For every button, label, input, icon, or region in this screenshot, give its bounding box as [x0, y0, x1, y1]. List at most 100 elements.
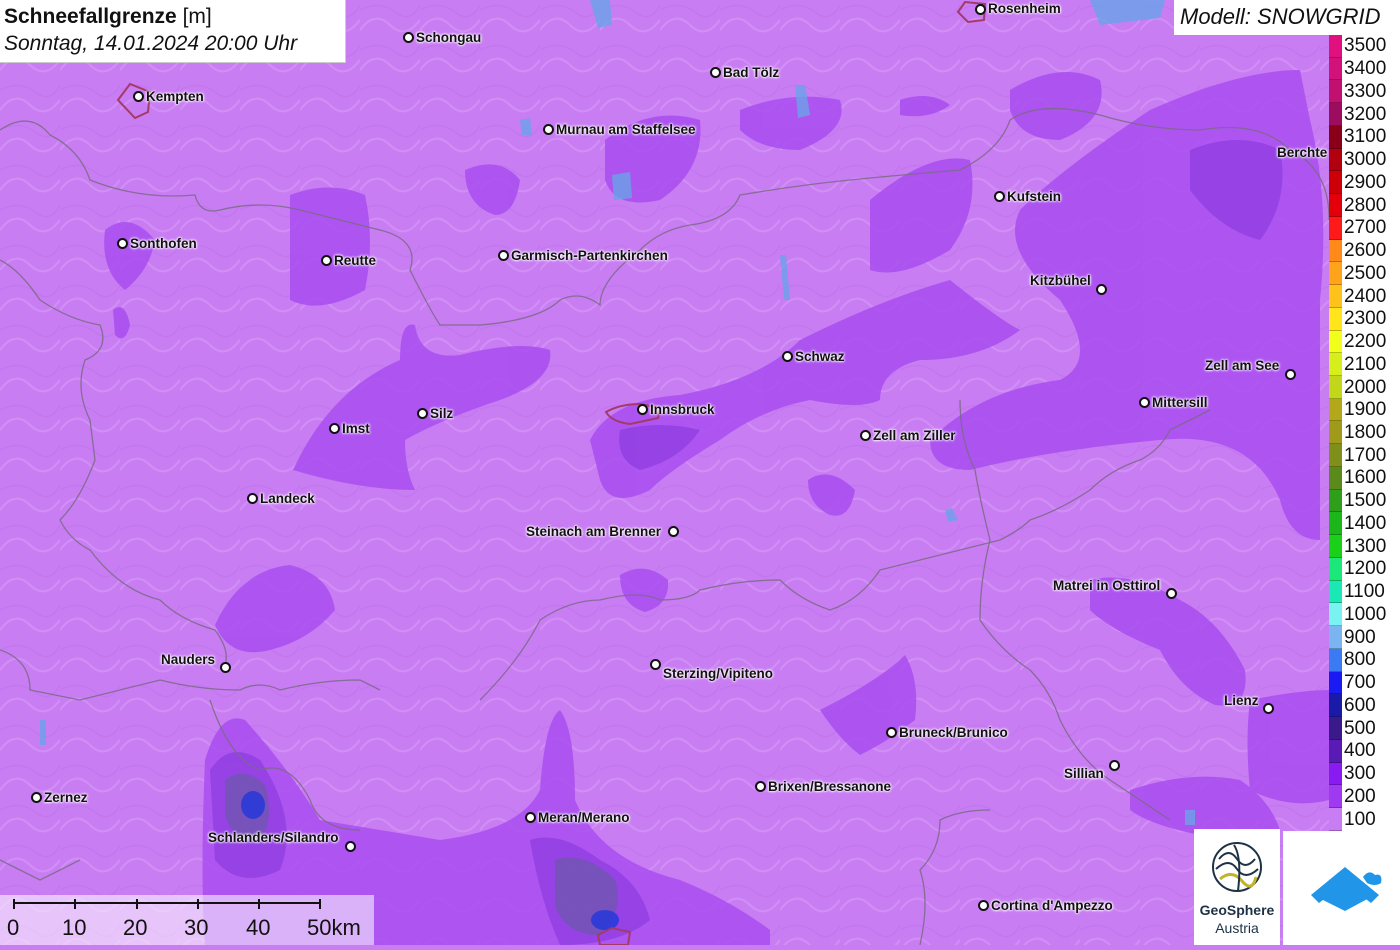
house-snow-icon — [1311, 867, 1382, 911]
city-dot — [1263, 703, 1274, 714]
title-unit: [m] — [182, 5, 212, 28]
scale-bar: 0 10 20 30 40 50km — [0, 895, 374, 945]
city-label: Schlanders/Silandro — [208, 830, 339, 845]
city-label: Landeck — [260, 491, 315, 506]
legend-swatch — [1329, 239, 1342, 263]
legend-swatch — [1329, 353, 1342, 377]
city-label: Lienz — [1224, 693, 1259, 708]
map-title: Schneefallgrenze [m] — [4, 3, 341, 30]
legend-swatch — [1329, 444, 1342, 467]
city-dot — [650, 659, 661, 670]
legend-swatch — [1329, 557, 1342, 581]
scale-label: 40 — [246, 915, 271, 940]
snowfall-limit-map — [0, 0, 1400, 945]
city-dot — [31, 792, 42, 803]
legend-swatch — [1329, 216, 1342, 240]
legend-label: 2200 — [1344, 331, 1387, 353]
legend-label: 2300 — [1344, 308, 1387, 330]
city-dot — [417, 408, 428, 419]
legend-label: 1700 — [1344, 444, 1387, 466]
city-label: Cortina d'Ampezzo — [991, 898, 1113, 913]
map-datetime: Sonntag, 14.01.2024 20:00 Uhr — [4, 32, 298, 55]
title-box: Schneefallgrenze [m] Sonntag, 14.01.2024… — [0, 0, 346, 63]
city-dot — [498, 250, 509, 261]
city-dot — [1285, 369, 1296, 380]
city-label: Murnau am Staffelsee — [556, 122, 696, 137]
legend-swatch — [1329, 785, 1342, 808]
legend-label: 3400 — [1344, 58, 1387, 80]
scale-label: 10 — [62, 915, 87, 940]
city-dot — [345, 841, 356, 852]
legend-swatch — [1329, 103, 1342, 126]
legend-label: 100 — [1344, 808, 1376, 830]
legend-label: 2600 — [1344, 240, 1387, 262]
city-label: Nauders — [161, 652, 216, 667]
city-label: Zell am Ziller — [873, 428, 956, 443]
legend-label: 500 — [1344, 717, 1376, 739]
legend-label: 3300 — [1344, 80, 1387, 102]
legend-label: 300 — [1344, 763, 1376, 785]
city-dot — [1166, 588, 1177, 599]
city-dot — [321, 255, 332, 266]
city-label: Zernez — [44, 790, 88, 805]
legend-label: 1500 — [1344, 490, 1387, 512]
city-dot — [329, 423, 340, 434]
city-dot — [543, 124, 554, 135]
legend-swatch — [1329, 148, 1342, 172]
legend-label: 2100 — [1344, 353, 1387, 375]
legend-swatch — [1329, 171, 1342, 195]
city-label: Rosenheim — [988, 1, 1061, 16]
city-label: Meran/Merano — [538, 810, 630, 825]
geosphere-name: GeoSphere — [1199, 902, 1275, 918]
city-dot — [994, 191, 1005, 202]
city-dot — [755, 781, 766, 792]
city-label: Bad Tölz — [723, 65, 780, 80]
legend-label: 200 — [1344, 785, 1376, 807]
legend-swatch — [1329, 35, 1342, 58]
city-dot — [668, 526, 679, 537]
legend-label: 2000 — [1344, 376, 1387, 398]
city-dot — [220, 662, 231, 673]
city-label: Steinach am Brenner — [526, 524, 662, 539]
legend-swatch — [1329, 717, 1342, 740]
legend-swatch — [1329, 694, 1342, 718]
city-label: Matrei in Osttirol — [1053, 578, 1161, 593]
legend-swatch — [1329, 80, 1342, 104]
legend-swatch — [1329, 262, 1342, 286]
legend-swatch — [1329, 739, 1342, 763]
city-label: Schongau — [416, 30, 482, 45]
scale-label: 20 — [123, 915, 148, 940]
legend-swatch — [1329, 194, 1342, 217]
legend-swatch — [1329, 125, 1342, 149]
city-dot — [637, 404, 648, 415]
city-dot — [886, 727, 897, 738]
city-label: Reutte — [334, 253, 377, 268]
scale-label: 50km — [307, 915, 361, 940]
city-dot — [1096, 284, 1107, 295]
legend-swatch — [1329, 398, 1342, 422]
legend-swatch — [1329, 57, 1342, 81]
city-label: Sterzing/Vipiteno — [663, 666, 774, 681]
legend-swatch — [1329, 285, 1342, 308]
legend-swatch — [1329, 307, 1342, 331]
city-dot — [525, 812, 536, 823]
city-label: Kempten — [146, 89, 204, 104]
legend-label: 1900 — [1344, 399, 1387, 421]
legend-label: 700 — [1344, 672, 1376, 694]
legend-swatch — [1329, 762, 1342, 786]
city-label: Sonthofen — [130, 236, 197, 251]
legend-label: 1600 — [1344, 467, 1387, 489]
city-label: Berchte — [1277, 145, 1328, 160]
city-label: Kufstein — [1007, 189, 1061, 204]
snowgrid-logo — [1283, 831, 1400, 945]
city-label: Bruneck/Brunico — [899, 725, 1008, 740]
city-dot — [1139, 397, 1150, 408]
city-label: Kitzbühel — [1030, 273, 1091, 288]
legend-swatch — [1329, 535, 1342, 558]
legend-swatch — [1329, 807, 1342, 831]
legend-label: 2500 — [1344, 262, 1387, 284]
city-dot — [978, 900, 989, 911]
legend-swatch — [1329, 421, 1342, 445]
legend-label: 3200 — [1344, 103, 1387, 125]
legend-colorbar — [1329, 35, 1342, 831]
